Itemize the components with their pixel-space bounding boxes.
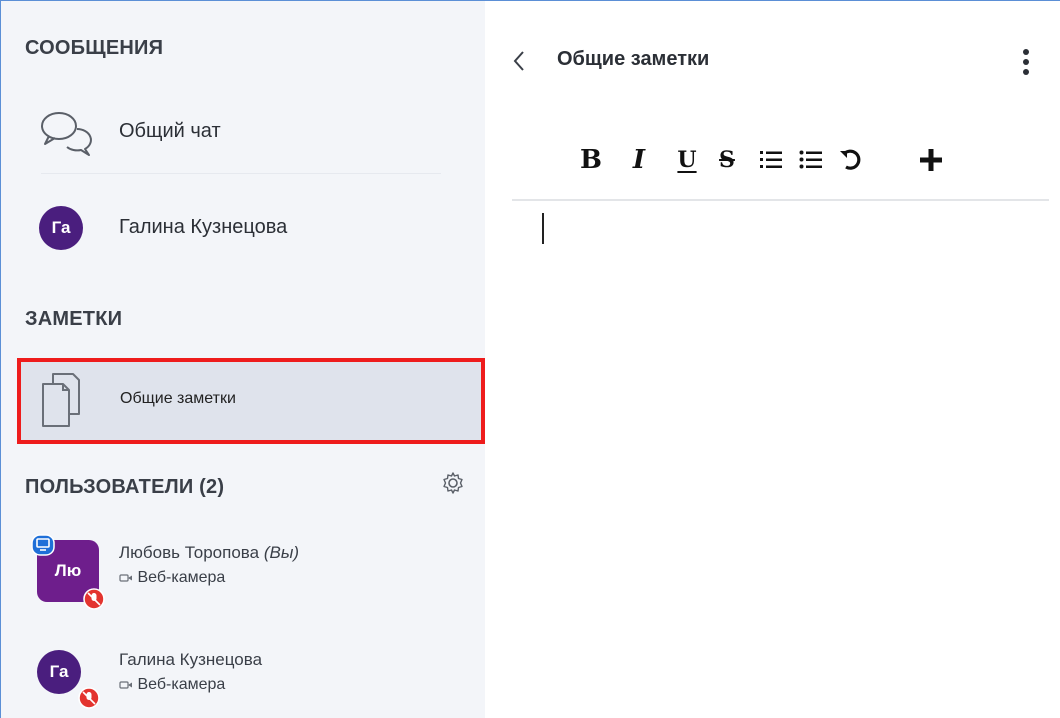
strikethrough-button[interactable]: S <box>707 143 747 177</box>
user-list-item[interactable]: Га Галина Кузнецова Веб-камера <box>17 637 485 717</box>
ordered-list-icon <box>760 151 782 168</box>
underline-button[interactable]: U <box>667 143 707 177</box>
user-list-item[interactable]: Лю Любовь Торопова (Вы) Веб-камера <box>17 529 485 613</box>
messages-section-title: СООБЩЕНИЯ <box>25 37 164 59</box>
user-info: Галина Кузнецова Веб-камера <box>119 650 262 694</box>
user-status-line: Веб-камера <box>119 676 262 694</box>
user-name: Галина Кузнецова <box>119 650 263 669</box>
public-chat-item[interactable]: Общий чат <box>17 101 485 165</box>
notes-section-title: ЗАМЕТКИ <box>25 308 123 330</box>
camera-icon <box>119 681 132 689</box>
chat-bubbles-icon <box>41 112 92 156</box>
italic-button[interactable]: I <box>619 143 659 177</box>
shared-notes-item[interactable]: Общие заметки <box>17 358 485 444</box>
mic-muted-icon <box>78 687 100 709</box>
kebab-menu-icon[interactable] <box>1021 47 1031 77</box>
bullet-list-button[interactable] <box>791 143 831 177</box>
private-chat-item[interactable]: Га Галина Кузнецова <box>17 197 485 259</box>
notes-pages-icon <box>42 373 80 427</box>
plus-icon <box>920 149 942 171</box>
bullet-list-icon <box>799 150 822 169</box>
camera-icon <box>119 574 132 582</box>
user-name-line: Любовь Торопова (Вы) <box>119 543 299 563</box>
private-chat-name: Галина Кузнецова <box>119 216 288 238</box>
avatar: Га <box>39 206 83 250</box>
shared-notes-panel: Общие заметки B I U S <box>485 1 1060 718</box>
bold-button[interactable]: B <box>571 143 611 177</box>
ordered-list-button[interactable] <box>751 143 791 177</box>
notes-editor[interactable] <box>512 203 1049 713</box>
user-status: Веб-камера <box>137 569 226 586</box>
public-chat-label: Общий чат <box>119 120 221 142</box>
undo-button[interactable] <box>831 143 871 177</box>
avatar: Га <box>37 650 81 694</box>
divider <box>41 173 441 174</box>
user-status-line: Веб-камера <box>119 569 299 587</box>
sidebar: СООБЩЕНИЯ Общий чат Га Галина Кузнецова … <box>1 1 485 718</box>
users-section-title: ПОЛЬЗОВАТЕЛИ (2) <box>25 476 225 498</box>
shared-notes-label: Общие заметки <box>120 390 236 407</box>
undo-icon <box>840 149 861 170</box>
toolbar-divider <box>512 199 1049 201</box>
user-info: Любовь Торопова (Вы) Веб-камера <box>119 543 299 587</box>
gear-icon[interactable] <box>441 471 465 495</box>
text-caret <box>542 213 544 244</box>
add-button[interactable] <box>911 143 951 177</box>
mic-muted-icon <box>83 588 105 610</box>
user-name: Любовь Торопова <box>119 543 260 562</box>
you-tag: (Вы) <box>263 543 299 562</box>
editor-toolbar: B I U S <box>571 143 951 177</box>
presenter-icon <box>31 534 55 556</box>
panel-title: Общие заметки <box>557 48 710 70</box>
user-status: Веб-камера <box>137 676 226 693</box>
back-chevron-icon[interactable] <box>511 49 527 73</box>
